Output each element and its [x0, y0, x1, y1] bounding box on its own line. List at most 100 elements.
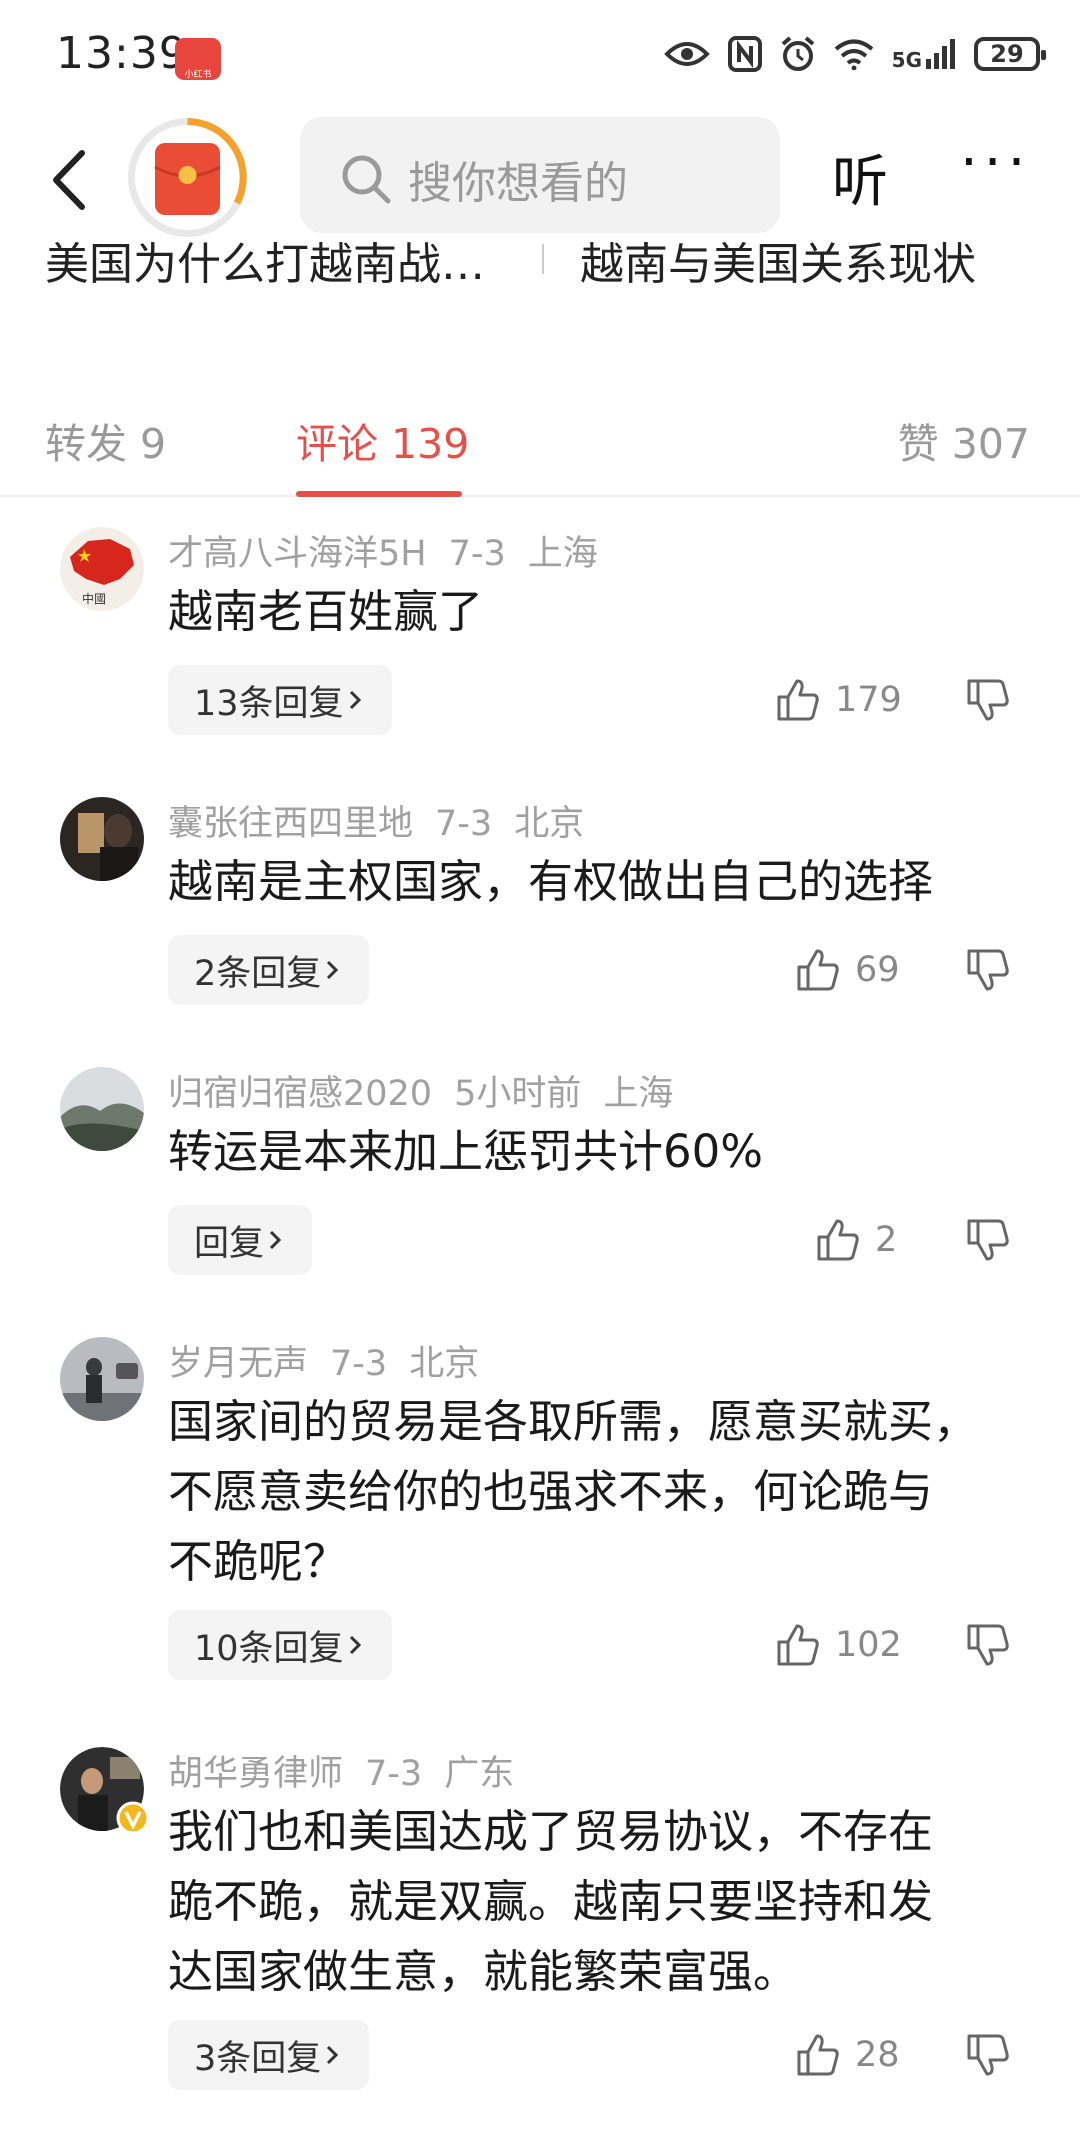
red-packet-icon	[128, 118, 247, 237]
comment-date: 7-3	[448, 534, 506, 574]
chevron-right-icon	[349, 1635, 361, 1655]
username[interactable]: 才高八斗海洋5H	[168, 534, 427, 574]
comment-line: 不愿意卖给你的也强求不来，何论跪与	[168, 1465, 934, 1518]
status-bar: 13:39 小红书 5G 29	[0, 0, 1080, 110]
thumbs-up-icon	[777, 679, 819, 721]
avatar[interactable]	[60, 797, 144, 881]
comment-line: 跪不跪，就是双赢。越南只要坚持和发	[168, 1875, 934, 1928]
comment-line: 转运是本来加上惩罚共计60%	[168, 1125, 764, 1178]
related-search-item[interactable]: 越南与美国关系现状	[580, 240, 976, 290]
avatar[interactable]	[60, 1067, 144, 1151]
replies-button[interactable]: 13条回复	[168, 665, 392, 735]
search-icon	[342, 155, 391, 204]
replies-label: 10条回复	[194, 1628, 344, 1669]
comment-location: 北京	[514, 804, 585, 844]
dislike-button[interactable]	[965, 2020, 1011, 2090]
comment-date: 7-3	[365, 1754, 423, 1794]
dislike-button[interactable]	[965, 1205, 1011, 1275]
like-count: 102	[835, 1625, 902, 1665]
thumbs-up-icon	[817, 1219, 859, 1261]
battery-icon: 29	[974, 37, 1046, 71]
comment-meta: 囊张往西四里地 7-3 北京	[168, 795, 606, 846]
avatar[interactable]	[60, 1747, 150, 1835]
thumbs-up-icon	[797, 2034, 839, 2076]
replies-label: 2条回复	[194, 953, 322, 994]
username[interactable]: 囊张往西四里地	[168, 804, 413, 844]
replies-button[interactable]: 10条回复	[168, 1610, 392, 1680]
comment-date: 7-3	[330, 1344, 388, 1384]
svg-text:中國: 中國	[82, 591, 106, 606]
username[interactable]: 岁月无声	[168, 1344, 308, 1384]
comment-text: 转运是本来加上惩罚共计60%	[168, 1117, 1028, 1187]
thumbs-down-icon	[967, 949, 1009, 991]
comment-text: 越南是主权国家，有权做出自己的选择	[168, 847, 1028, 917]
replies-button[interactable]: 3条回复	[168, 2020, 370, 2090]
chevron-right-icon	[327, 960, 339, 980]
listen-button[interactable]: 听	[832, 137, 888, 218]
like-button[interactable]: 102	[775, 1610, 902, 1680]
dislike-button[interactable]	[965, 665, 1011, 735]
avatar[interactable]: 中國	[60, 527, 144, 611]
like-button[interactable]: 179	[775, 665, 902, 735]
like-count: 69	[855, 950, 900, 990]
nfc-icon	[727, 36, 762, 72]
red-packet-button[interactable]	[125, 115, 250, 240]
alarm-icon	[781, 36, 814, 71]
avatar[interactable]	[60, 1337, 144, 1421]
tab-reposts[interactable]: 转发 9	[45, 410, 166, 470]
dislike-button[interactable]	[965, 1610, 1011, 1680]
comment-location: 广东	[444, 1754, 515, 1794]
like-count: 179	[835, 680, 902, 720]
app-notification-icon: 小红书	[175, 38, 221, 80]
replies-button[interactable]: 回复	[168, 1205, 313, 1275]
comment-meta: 岁月无声 7-3 北京	[168, 1335, 501, 1386]
related-search-item[interactable]: 美国为什么打越南战…	[45, 240, 485, 290]
replies-button[interactable]: 2条回复	[168, 935, 370, 1005]
comment-meta: 胡华勇律师 7-3 广东	[168, 1745, 536, 1796]
signal-icon	[926, 39, 955, 69]
comment-line: 达国家做生意，就能繁荣富强。	[168, 1945, 799, 1998]
like-button[interactable]: 69	[795, 935, 900, 1005]
chevron-right-icon	[349, 690, 361, 710]
thumbs-down-icon	[967, 2034, 1009, 2076]
back-arrow-icon[interactable]	[40, 145, 100, 215]
replies-label: 13条回复	[194, 683, 344, 724]
username[interactable]: 胡华勇律师	[168, 1754, 343, 1794]
thumbs-down-icon	[967, 1624, 1009, 1666]
like-button[interactable]: 2	[815, 1205, 897, 1275]
divider	[542, 244, 544, 274]
comment-text: 越南老百姓赢了	[168, 577, 1028, 647]
username[interactable]: 归宿归宿感2020	[168, 1074, 432, 1114]
chevron-right-icon	[327, 2045, 339, 2065]
like-count: 2	[875, 1220, 898, 1260]
comment-location: 上海	[527, 534, 598, 574]
replies-label: 3条回复	[194, 2038, 322, 2079]
comment-meta: 才高八斗海洋5H 7-3 上海	[168, 525, 620, 576]
wifi-icon	[834, 39, 873, 70]
replies-label: 回复	[194, 1223, 265, 1264]
search-input[interactable]: 搜你想看的	[300, 117, 780, 233]
chevron-right-icon	[269, 1230, 282, 1250]
tab-bar: 转发 9 评论 139 赞 307	[0, 395, 1080, 497]
thumbs-up-icon	[777, 1624, 819, 1666]
eye-icon	[663, 42, 710, 66]
comment-line: 越南老百姓赢了	[168, 585, 484, 638]
comment-meta: 归宿归宿感2020 5小时前 上海	[168, 1065, 695, 1116]
network-type: 5G	[891, 48, 922, 72]
comment-location: 北京	[409, 1344, 480, 1384]
comment-date: 7-3	[435, 804, 493, 844]
comment-date: 5小时前	[454, 1074, 582, 1114]
active-tab-indicator	[296, 491, 462, 497]
thumbs-up-icon	[797, 949, 839, 991]
comment-line: 国家间的贸易是各取所需，愿意买就买，	[168, 1395, 979, 1448]
tab-comments[interactable]: 评论 139	[296, 410, 469, 470]
thumbs-down-icon	[967, 679, 1009, 721]
comment-location: 上海	[603, 1074, 674, 1114]
comment-line: 不跪呢？	[168, 1535, 349, 1588]
tab-likes[interactable]: 赞 307	[898, 410, 1030, 470]
like-button[interactable]: 28	[795, 2020, 900, 2090]
more-button[interactable]: ···	[960, 130, 1031, 195]
dislike-button[interactable]	[965, 935, 1011, 1005]
thumbs-down-icon	[967, 1219, 1009, 1261]
related-searches: 美国为什么打越南战… 越南与美国关系现状	[0, 240, 1080, 290]
